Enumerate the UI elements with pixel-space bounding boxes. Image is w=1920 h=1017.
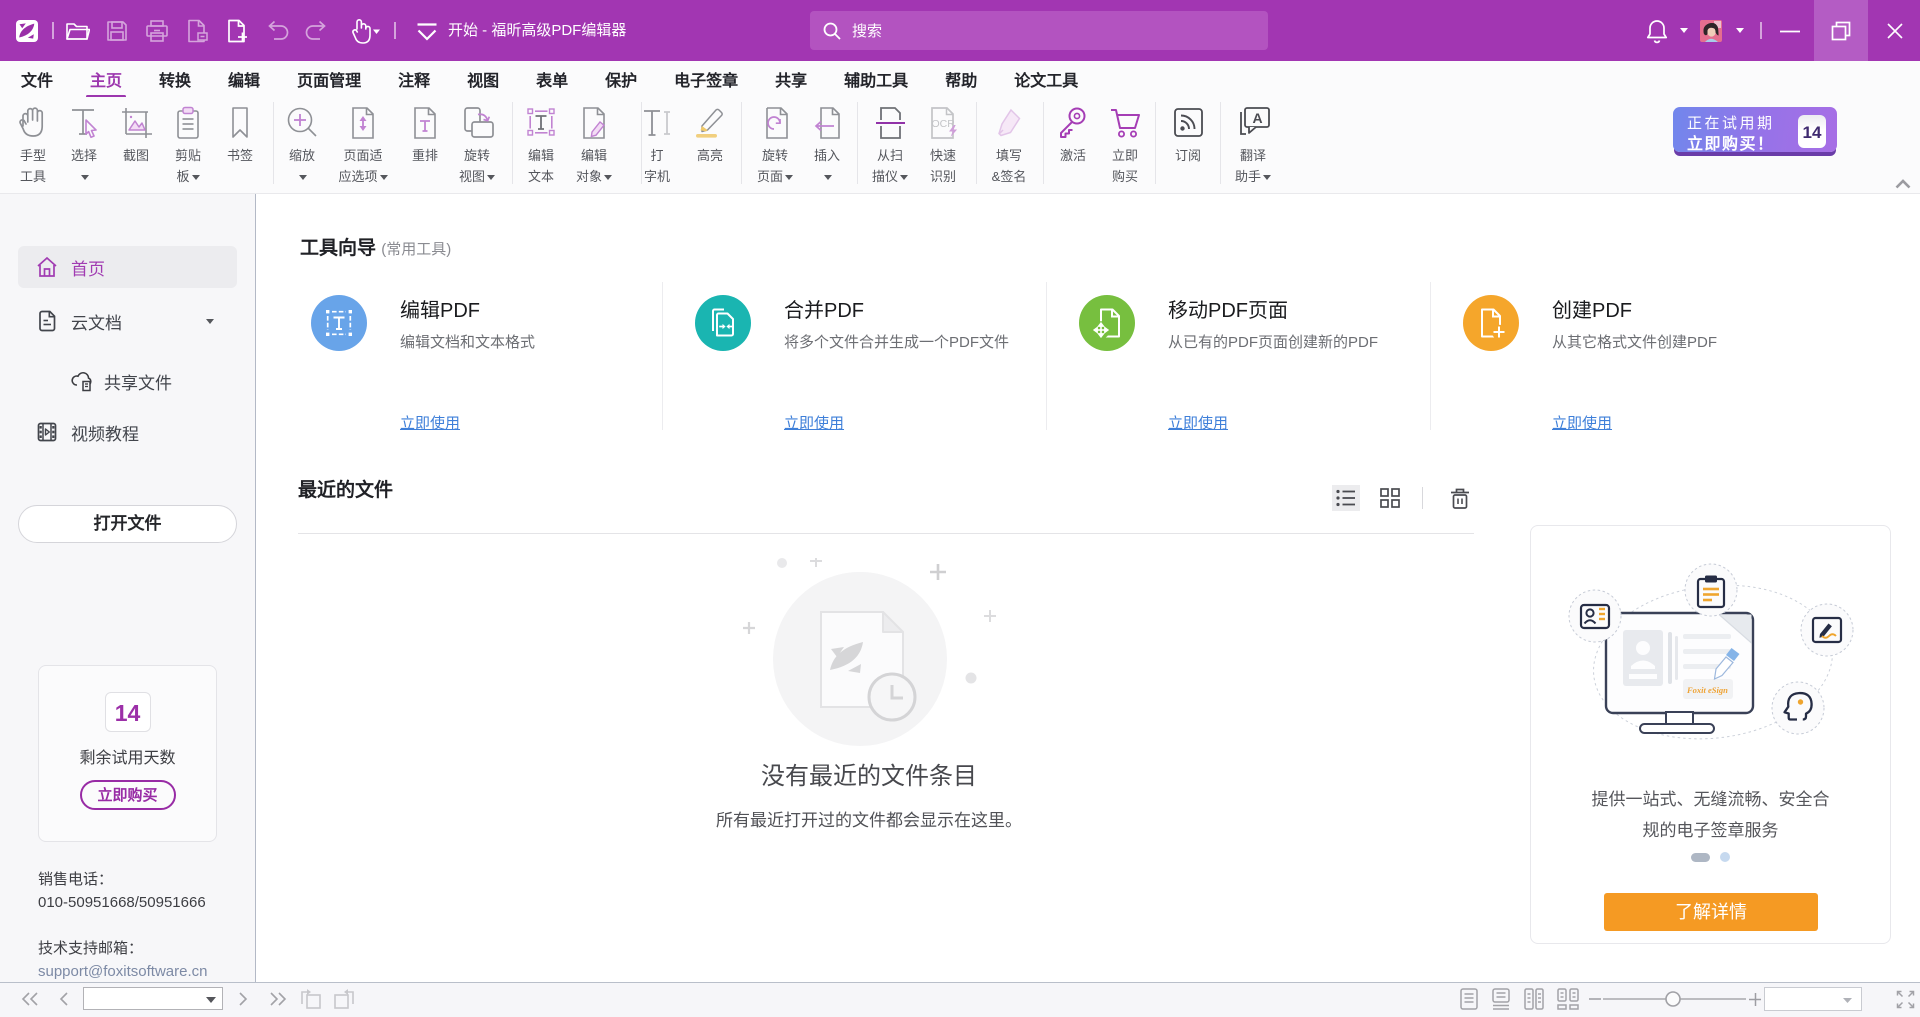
svg-text:Foxit eSign: Foxit eSign	[1686, 685, 1728, 695]
svg-text:A: A	[1253, 110, 1263, 126]
